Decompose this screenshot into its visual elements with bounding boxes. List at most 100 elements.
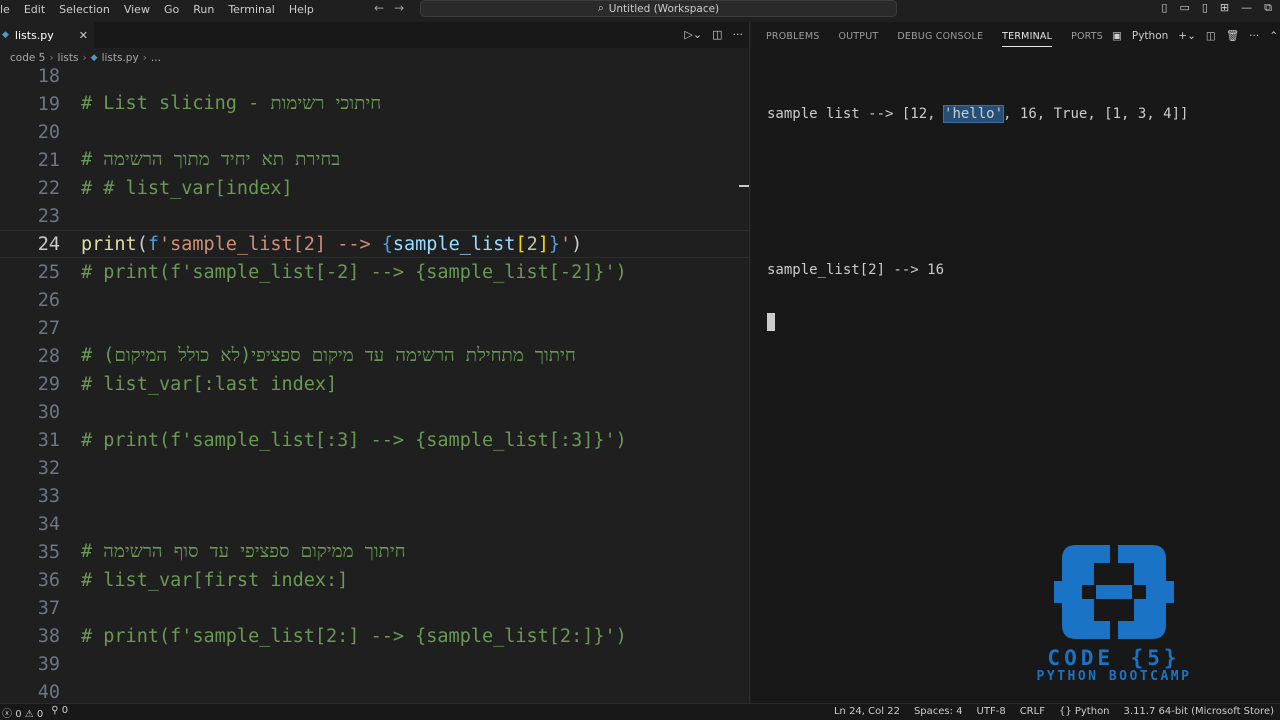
status-left: ⓧ 0 ⚠ 0 ⚲ 0: [0, 705, 68, 720]
logo-subtitle: PYTHON BOOTCAMP: [1036, 669, 1192, 684]
toggle-secondary-sidebar-icon[interactable]: ▯: [1202, 1, 1208, 15]
tab-debug-console[interactable]: DEBUG CONSOLE: [897, 22, 983, 50]
code-line[interactable]: 29 # list_var[:last index]: [0, 370, 750, 398]
minimize-icon[interactable]: —: [1241, 1, 1252, 15]
code-line-current[interactable]: 24 print(f'sample_list[2] --> {sample_lis…: [0, 230, 750, 258]
menu-view[interactable]: View: [117, 3, 157, 16]
menu-help[interactable]: Help: [282, 3, 321, 16]
terminal-selection: 'hello': [943, 105, 1005, 123]
editor-tab-lists-py[interactable]: ◆ lists.py ✕: [0, 22, 94, 48]
menu-selection[interactable]: Selection: [52, 3, 117, 16]
code5-logo-mark: [1054, 545, 1174, 639]
terminal-icon: ▣: [1111, 29, 1122, 42]
code-line[interactable]: 27: [0, 314, 750, 342]
cursor-position[interactable]: Ln 24, Col 22: [834, 706, 900, 717]
new-terminal-icon[interactable]: +⌄: [1178, 30, 1196, 42]
split-terminal-icon[interactable]: ◫: [1206, 30, 1216, 42]
encoding[interactable]: UTF-8: [977, 706, 1006, 717]
editor-pane: ◆ lists.py ✕ ▷⌄ ◫ ··· code 5 › lists › ◆…: [0, 22, 750, 703]
restore-icon[interactable]: ⧉: [1264, 1, 1272, 15]
terminal-text: , 16, True, [1, 3, 4]]: [1003, 106, 1189, 122]
line-number: 40: [37, 681, 60, 703]
line-number: 29: [37, 373, 60, 395]
terminal-shell-label[interactable]: Python: [1132, 30, 1168, 42]
code-line[interactable]: 37: [0, 594, 750, 622]
line-ending[interactable]: CRLF: [1020, 706, 1045, 717]
more-actions-icon[interactable]: ···: [733, 28, 744, 41]
python-interpreter[interactable]: 3.11.7 64-bit (Microsoft Store): [1124, 706, 1274, 717]
search-icon: ⌕: [597, 2, 604, 14]
customize-layout-icon[interactable]: ⊞: [1220, 1, 1229, 15]
terminal-text: sample_list[2] --> 16: [767, 262, 945, 278]
line-number: 25: [37, 261, 60, 283]
code-line[interactable]: 18: [0, 62, 750, 90]
terminal-text: sample list --> [12,: [767, 106, 945, 122]
more-actions-icon[interactable]: ···: [1249, 30, 1259, 42]
tab-output[interactable]: OUTPUT: [838, 22, 878, 50]
code-line[interactable]: 30: [0, 398, 750, 426]
code-line[interactable]: 35 # חיתוך ממיקום ספציפי עד סוף הרשימה: [0, 538, 750, 566]
code-text: # חיתוך ממיקום ספציפי עד סוף הרשימה: [81, 541, 406, 562]
tab-problems[interactable]: PROBLEMS: [766, 22, 819, 50]
run-icon[interactable]: ▷⌄: [684, 28, 702, 41]
language-mode[interactable]: {} Python: [1059, 706, 1110, 717]
command-center-search[interactable]: ⌕ Untitled (Workspace): [420, 0, 897, 17]
code-text: # list_var[first index:]: [81, 569, 349, 591]
code-line[interactable]: 21 # בחירת תא יחיד מתוך הרשימה: [0, 146, 750, 174]
indentation[interactable]: Spaces: 4: [914, 706, 963, 717]
code-line[interactable]: 28 # חיתוך מתחילת הרשימה עד מיקום ספציפי(…: [0, 342, 750, 370]
toggle-panel-icon[interactable]: ▭: [1179, 1, 1189, 15]
code-line[interactable]: 36 # list_var[first index:]: [0, 566, 750, 594]
python-file-icon: ◆: [2, 30, 9, 40]
forward-arrow-icon[interactable]: →: [394, 1, 404, 15]
code-line[interactable]: 23: [0, 202, 750, 230]
status-bar: ⓧ 0 ⚠ 0 ⚲ 0 Ln 24, Col 22 Spaces: 4 UTF-…: [0, 703, 1280, 720]
panel-actions: ▣ Python +⌄ ◫ 🗑 ··· ⌃: [1111, 29, 1278, 43]
code5-logo: CODE {5} PYTHON BOOTCAMP: [1014, 541, 1214, 691]
editor-tab-bar: ◆ lists.py ✕ ▷⌄ ◫ ···: [0, 22, 749, 48]
toggle-sidebar-icon[interactable]: ▯: [1161, 1, 1167, 15]
line-number: 31: [37, 429, 60, 451]
trash-icon[interactable]: 🗑: [1226, 29, 1239, 42]
line-number: 34: [37, 513, 60, 535]
line-number: 20: [37, 121, 60, 143]
line-number: 28: [37, 345, 60, 367]
code-editor[interactable]: 18 19 # List slicing - חיתוכי רשימות 20 2…: [0, 66, 750, 706]
code-line[interactable]: 22 # # list_var[index]: [0, 174, 750, 202]
menu-go[interactable]: Go: [157, 3, 186, 16]
code-line[interactable]: 38 # print(f'sample_list[2:] --> {sample_…: [0, 622, 750, 650]
line-number: 35: [37, 541, 60, 563]
back-arrow-icon[interactable]: ←: [374, 1, 384, 15]
ports-status[interactable]: ⚲ 0: [51, 705, 68, 720]
code-line[interactable]: 32: [0, 454, 750, 482]
line-number: 33: [37, 485, 60, 507]
tab-ports[interactable]: PORTS: [1071, 22, 1103, 50]
terminal-output[interactable]: sample list --> [12, 'hello', 16, True, …: [767, 72, 1188, 364]
code-line[interactable]: 40: [0, 678, 750, 706]
code-line[interactable]: 33: [0, 482, 750, 510]
menu-edit[interactable]: Edit: [17, 3, 52, 16]
code-line[interactable]: 26: [0, 286, 750, 314]
error-count: 0: [15, 708, 22, 720]
code-text: # print(f'sample_list[-2] --> {sample_li…: [81, 261, 627, 283]
code-line[interactable]: 19 # List slicing - חיתוכי רשימות: [0, 90, 750, 118]
line-number: 37: [37, 597, 60, 619]
line-number: 32: [37, 457, 60, 479]
problems-status[interactable]: ⓧ 0 ⚠ 0: [2, 705, 43, 720]
code-line[interactable]: 31 # print(f'sample_list[:3] --> {sample_…: [0, 426, 750, 454]
code-text: # בחירת תא יחיד מתוך הרשימה: [81, 149, 341, 170]
terminal-cursor-line: [767, 312, 1188, 332]
close-icon[interactable]: ✕: [79, 29, 88, 42]
code-line[interactable]: 20: [0, 118, 750, 146]
menu-terminal[interactable]: Terminal: [221, 3, 282, 16]
code-line[interactable]: 25 # print(f'sample_list[-2] --> {sample_…: [0, 258, 750, 286]
code-text: # print(f'sample_list[2:] --> {sample_li…: [81, 625, 627, 647]
split-editor-icon[interactable]: ◫: [712, 28, 722, 41]
menu-run[interactable]: Run: [186, 3, 221, 16]
menu-file[interactable]: le: [0, 3, 17, 16]
code-line[interactable]: 39: [0, 650, 750, 678]
code-line[interactable]: 34: [0, 510, 750, 538]
tab-terminal[interactable]: TERMINAL: [1002, 22, 1052, 50]
line-number: 39: [37, 653, 60, 675]
maximize-panel-icon[interactable]: ⌃: [1269, 30, 1278, 42]
